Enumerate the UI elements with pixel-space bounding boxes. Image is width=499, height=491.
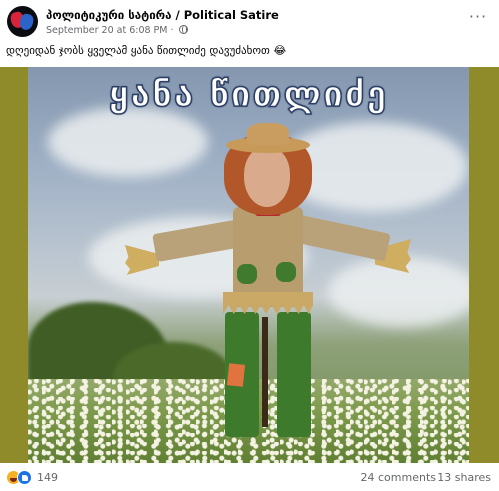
shares-count-link[interactable]: 13 shares [437,471,491,484]
like-icon [17,470,32,485]
straw-fringe [223,292,313,314]
comments-count-link[interactable]: 24 comments [361,471,437,484]
dot-separator: · [170,25,177,36]
globe-icon [178,25,188,34]
post-footer: 149 24 comments 13 shares [0,466,499,491]
hat-crown [247,123,289,145]
photo-overlay-title: ყანა წითლიძე [108,74,389,116]
page-avatar[interactable] [7,6,38,37]
green-pocket [237,264,257,284]
cloud [48,107,208,177]
post-photo[interactable]: ყანა წითლიძე [0,67,499,463]
facebook-post: პოლიტიკური სატირა / Political Satire Sep… [0,0,499,491]
timestamp-text: September 20 at 6:08 PM [46,25,168,36]
scarecrow-pole [262,317,268,427]
photo-content: ყანა წითლიძე [28,67,469,463]
green-pocket [276,262,296,282]
scarecrow-leg-right [277,312,311,437]
reaction-count: 149 [37,471,58,484]
orange-patch [226,363,246,387]
scarecrow-face [244,147,290,207]
page-name-link[interactable]: პოლიტიკური სატირა / Political Satire [46,8,279,22]
post-header: პოლიტიკური სატირა / Political Satire Sep… [0,0,499,42]
post-timestamp[interactable]: September 20 at 6:08 PM · [46,25,188,36]
post-caption: დღეიდან ჯობს ყველამ ყანა წითლიძე დავუძახ… [6,44,287,57]
tragedy-mask-icon [18,12,35,32]
more-options-button[interactable]: ··· [467,9,489,26]
